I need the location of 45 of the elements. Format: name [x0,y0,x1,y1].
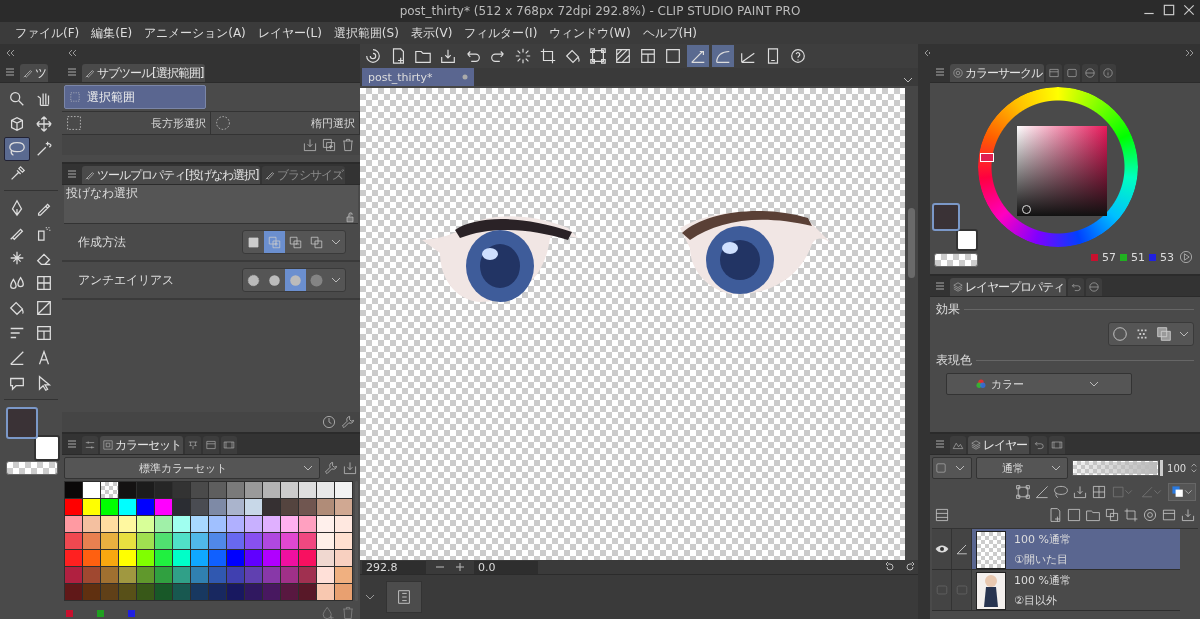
layer-row[interactable]: 100 %通常 ①開いた目 [932,529,1180,570]
subtool-item[interactable]: 長方形選択 [62,112,211,134]
menu-item[interactable]: アニメーション(A) [139,22,251,44]
layer-row[interactable]: 100 %通常 ②目以外 [932,570,1180,611]
tab-label: ツ [35,64,46,82]
menu-item[interactable]: フィルター(I) [459,22,543,44]
menu-item[interactable]: ヘルプ(H) [637,22,702,44]
layer-mode: 100 %通常 [1014,572,1071,588]
menu-item[interactable]: ウィンドウ(W) [544,22,636,44]
channel-value: 53 [1160,250,1174,264]
document-tab[interactable]: post_thirty* [362,68,475,86]
subtool-group-button[interactable]: 選択範囲 [64,85,206,109]
panel-tab[interactable]: レイヤー [968,436,1029,454]
tool-tab[interactable]: ツ [20,64,48,82]
panel-tab[interactable]: カラーサークル [950,64,1044,82]
channel-value: 51 [1131,250,1145,264]
subtool-label: 長方形選択 [151,115,206,131]
panel-tab[interactable]: カラーセット [100,436,183,454]
section-label: 表現色 [936,352,972,369]
tab-label: カラーセット [115,436,181,454]
tab-label: レイヤー [983,436,1027,454]
angle-field[interactable]: 0.0 [474,560,538,574]
zoom-field[interactable]: 292.8 [362,560,426,574]
menu-item[interactable]: レイヤー(L) [252,22,327,44]
tool-name: 投げなわ選択 [66,185,139,202]
menu-item[interactable]: 選択範囲(S) [328,22,404,44]
tab-label: カラーサークル [965,64,1042,82]
property-label: アンチエイリアス [78,272,174,288]
color-set-dropdown[interactable]: 標準カラーセット [64,457,320,479]
menu-item[interactable]: ファイル(F) [10,22,85,44]
window-title: post_thirty* (512 x 768px 72dpi 292.8%) - CLIP STUDIO PAINT PRO [399,4,801,18]
menu-item[interactable]: 表示(V) [405,22,458,44]
layer-mode: 100 %通常 [1014,531,1071,547]
document-name: post_thirty* [368,70,433,84]
layer-name: ②目以外 [1014,592,1058,608]
property-label: 作成方法 [78,234,126,250]
color-mode-dropdown[interactable]: カラー [946,373,1132,395]
subtool-label: 楕円選択 [311,115,355,131]
channel-value: 57 [1102,250,1116,264]
layer-name: ①開いた目 [1014,551,1069,567]
panel-tab[interactable]: ツールプロパティ[投げなわ選択] [82,166,261,184]
menu-item[interactable]: 編集(E) [86,22,138,44]
opacity-value[interactable]: 100 [1167,462,1187,474]
section-label: 効果 [936,301,960,318]
blend-mode-dropdown[interactable]: 通常 [975,457,1069,479]
